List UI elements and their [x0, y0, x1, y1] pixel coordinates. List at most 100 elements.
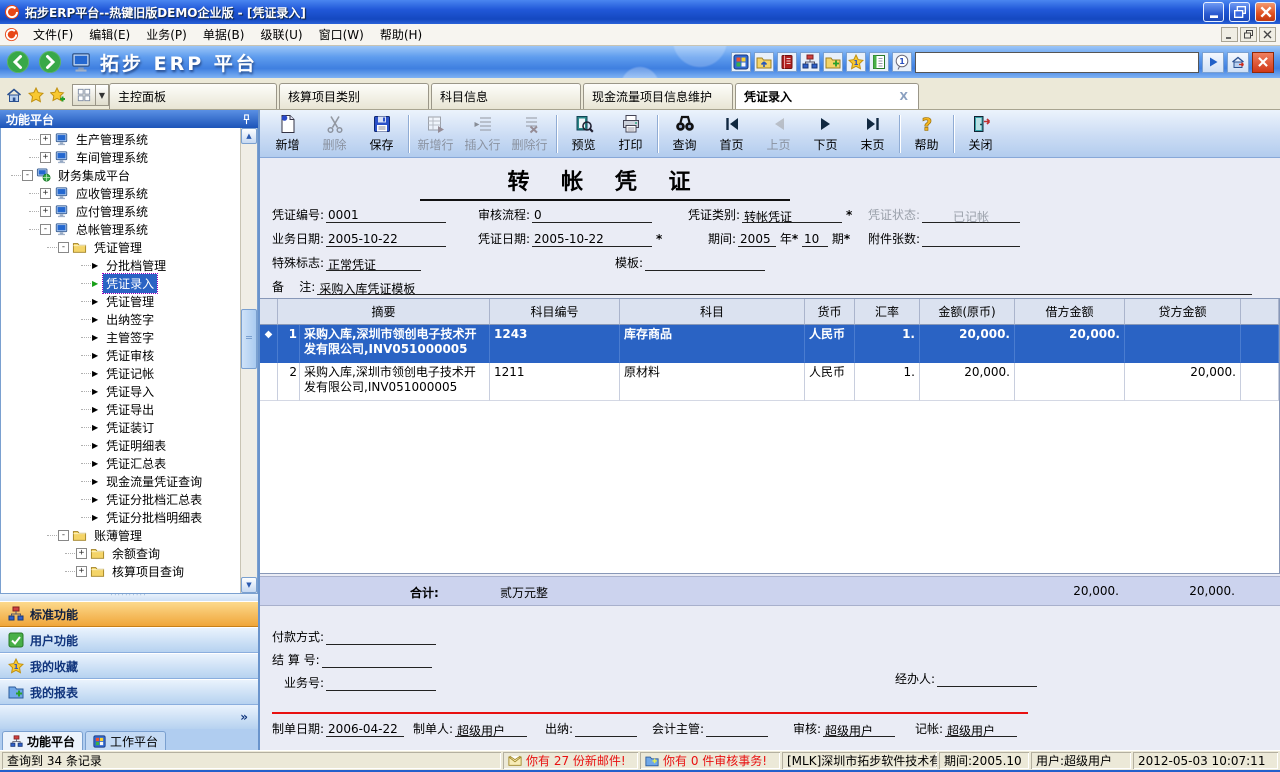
attachments-input[interactable] [922, 232, 1020, 247]
document-tab[interactable]: 核算项目类别 [279, 83, 429, 109]
tree-item[interactable]: ▶凭证汇总表 [1, 454, 239, 472]
tree-item[interactable]: +车间管理系统 [1, 148, 239, 166]
toolbar-button[interactable]: 保存 [358, 112, 405, 155]
scroll-thumb[interactable] [241, 309, 257, 369]
sidebar-nav-button[interactable]: 用户功能 [0, 627, 258, 653]
voucher-date-input[interactable]: 2005-10-22 [532, 232, 652, 247]
voucher-type-input[interactable]: 转帐凭证 [742, 208, 842, 223]
template-input[interactable] [645, 256, 765, 271]
sidebar-nav-button[interactable]: 标准功能 [0, 601, 258, 627]
home-go-button[interactable] [1227, 52, 1249, 73]
expand-plus-icon[interactable]: + [76, 566, 87, 577]
settle-no-input[interactable] [322, 653, 432, 668]
rate-cell[interactable]: 1. [855, 363, 920, 401]
book-button[interactable] [777, 52, 797, 72]
amount-cell[interactable]: 20,000. [920, 325, 1015, 363]
scroll-down-icon[interactable]: ▼ [241, 577, 257, 593]
table-row[interactable]: 2采购入库,深圳市领创电子技术开发有限公司,INV0510000051211原材… [260, 363, 1279, 401]
tree-item[interactable]: ▶凭证录入 [1, 274, 239, 292]
toolbar-button[interactable]: 预览 [560, 112, 607, 155]
expand-plus-icon[interactable]: + [40, 134, 51, 145]
tree-item[interactable]: +生产管理系统 [1, 130, 239, 148]
toolbar-button[interactable]: 查询 [661, 112, 708, 155]
tree-item[interactable]: -凭证管理 [1, 238, 239, 256]
tree-item[interactable]: ▶凭证分批档明细表 [1, 508, 239, 526]
voucher-no-input[interactable]: 0001 [326, 208, 446, 223]
add-favorite-button[interactable] [50, 87, 66, 103]
orgchart-button[interactable] [800, 52, 820, 72]
tree-item[interactable]: -总帐管理系统 [1, 220, 239, 238]
home-button[interactable] [6, 87, 22, 103]
row-number[interactable]: 2 [278, 363, 300, 401]
credit-cell[interactable] [1125, 325, 1241, 363]
minimize-button[interactable] [1203, 2, 1224, 22]
document-tab[interactable]: 现金流量项目信息维护 [583, 83, 733, 109]
tree-item[interactable]: ▶现金流量凭证查询 [1, 472, 239, 490]
biz-no-input[interactable] [326, 676, 436, 691]
reminder-button[interactable]: 1 [892, 52, 912, 72]
toolbar-button[interactable]: ?帮助 [903, 112, 950, 155]
biz-date-input[interactable]: 2005-10-22 [326, 232, 446, 247]
account-cell[interactable]: 原材料 [620, 363, 805, 401]
toolbar-button[interactable]: 关闭 [957, 112, 1004, 155]
sidebar-chevron[interactable]: » [0, 705, 258, 729]
sidebar-nav-button[interactable]: 我的报表 [0, 679, 258, 705]
expand-plus-icon[interactable]: + [76, 548, 87, 559]
filler-cell[interactable] [1241, 325, 1279, 363]
account-no-cell[interactable]: 1243 [490, 325, 620, 363]
chief-input[interactable] [706, 722, 768, 737]
tree-item[interactable]: ▶凭证分批档汇总表 [1, 490, 239, 508]
expand-plus-icon[interactable]: + [40, 152, 51, 163]
restore-button[interactable] [1229, 2, 1250, 22]
credit-cell[interactable]: 20,000. [1125, 363, 1241, 401]
period-year-input[interactable]: 2005 [738, 232, 776, 247]
amount-cell[interactable]: 20,000. [920, 363, 1015, 401]
tree-item[interactable]: ▶凭证明细表 [1, 436, 239, 454]
menu-item[interactable]: 业务(P) [138, 24, 195, 45]
menu-item[interactable]: 帮助(H) [372, 24, 430, 45]
sidebar-grip[interactable]: '''''''''' [0, 594, 258, 601]
sidebar-bottom-tab[interactable]: 工作平台 [85, 731, 166, 750]
tree-item[interactable]: ▶出纳签字 [1, 310, 239, 328]
menu-item[interactable]: 编辑(E) [81, 24, 138, 45]
tree-item[interactable]: ▶凭证装订 [1, 418, 239, 436]
tree-item[interactable]: +余额查询 [1, 544, 239, 562]
tree-item[interactable]: ▶凭证审核 [1, 346, 239, 364]
document-tab[interactable]: 凭证录入X [735, 83, 919, 109]
special-flag-input[interactable]: 正常凭证 [326, 256, 421, 271]
currency-cell[interactable]: 人民币 [805, 363, 855, 401]
mdi-close-button[interactable] [1259, 27, 1276, 42]
collapse-minus-icon[interactable]: - [40, 224, 51, 235]
toolbar-button[interactable]: 首页 [708, 112, 755, 155]
menu-item[interactable]: 级联(U) [252, 24, 310, 45]
cashier-input[interactable] [575, 722, 637, 737]
tree-item[interactable]: -账薄管理 [1, 526, 239, 544]
tree-scrollbar[interactable]: ▲ ▼ [240, 128, 257, 593]
table-row[interactable]: ◆1采购入库,深圳市领创电子技术开发有限公司,INV0510000051243库… [260, 325, 1279, 363]
toolbar-button[interactable]: 末页 [849, 112, 896, 155]
tree-item[interactable]: -财务集成平台 [1, 166, 239, 184]
debit-cell[interactable] [1015, 363, 1125, 401]
currency-cell[interactable]: 人民币 [805, 325, 855, 363]
expand-plus-icon[interactable]: + [40, 206, 51, 217]
tasks-status[interactable]: 你有 0 件审核事务! [640, 752, 780, 769]
expand-plus-icon[interactable]: + [40, 188, 51, 199]
tree-item[interactable]: +核算项目查询 [1, 562, 239, 580]
collapse-minus-icon[interactable]: - [22, 170, 33, 181]
favorite-button[interactable]: 1 [846, 52, 866, 72]
tree-item[interactable]: +应付管理系统 [1, 202, 239, 220]
debit-cell[interactable]: 20,000. [1015, 325, 1125, 363]
pay-method-input[interactable] [326, 630, 436, 645]
tab-close-icon[interactable]: X [898, 90, 910, 103]
tree-item[interactable]: ▶凭证导入 [1, 382, 239, 400]
summary-cell[interactable]: 采购入库,深圳市领创电子技术开发有限公司,INV051000005 [300, 325, 490, 363]
rate-cell[interactable]: 1. [855, 325, 920, 363]
account-cell[interactable]: 库存商品 [620, 325, 805, 363]
tree-item[interactable]: ▶凭证导出 [1, 400, 239, 418]
toolbar-button[interactable]: 下页 [802, 112, 849, 155]
collapse-minus-icon[interactable]: - [58, 530, 69, 541]
mdi-minimize-button[interactable] [1221, 27, 1238, 42]
note-input[interactable]: 采购入库凭证模板 [317, 280, 1252, 295]
menu-item[interactable]: 文件(F) [25, 24, 81, 45]
period-no-input[interactable]: 10 [802, 232, 828, 247]
